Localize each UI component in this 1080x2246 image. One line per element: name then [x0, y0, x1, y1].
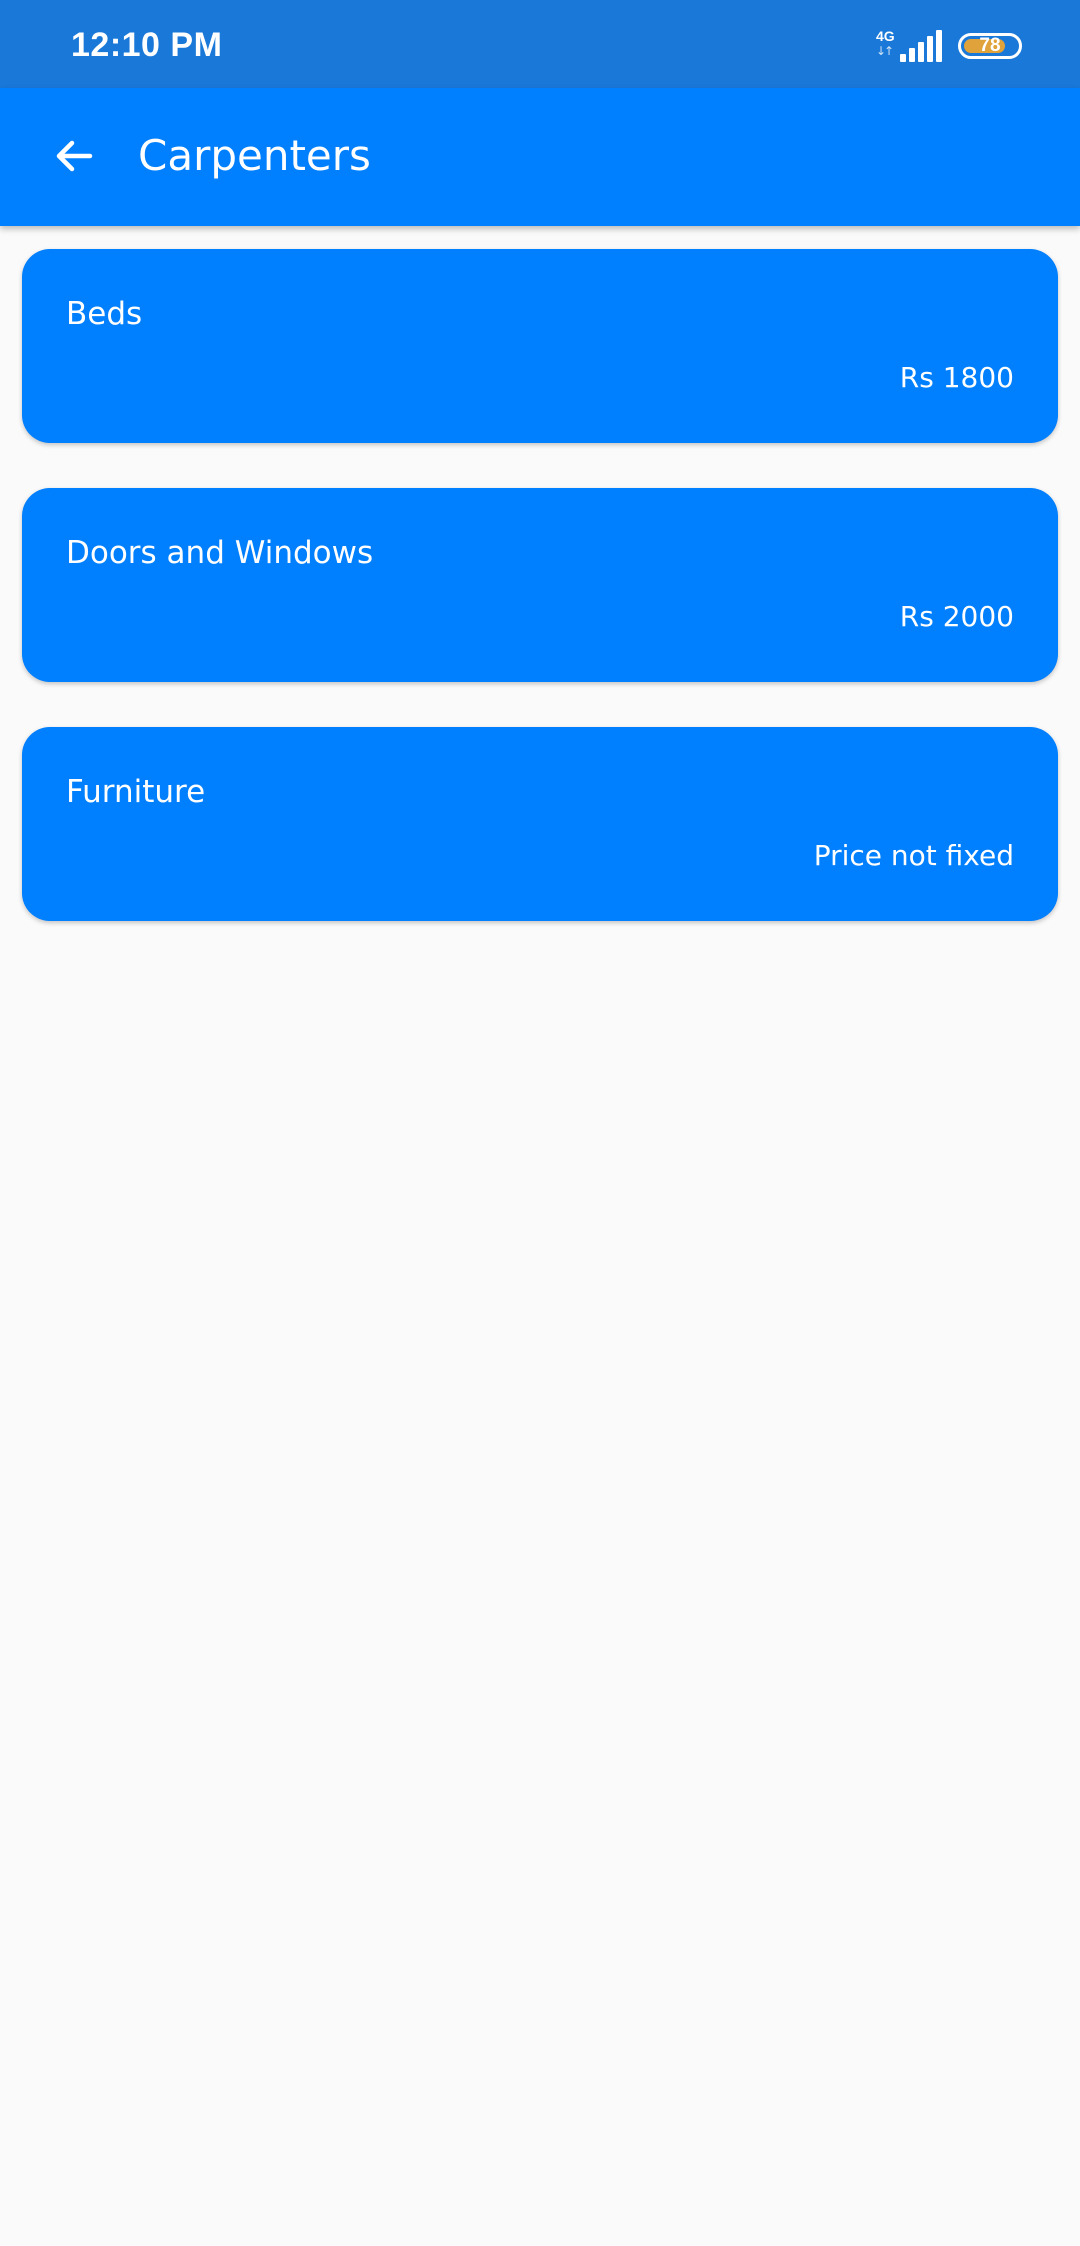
service-card-furniture[interactable]: Furniture Price not fixed	[22, 727, 1058, 921]
service-name: Furniture	[66, 774, 206, 810]
network-type-label: 4G	[876, 28, 895, 44]
service-price: Rs 2000	[899, 600, 1014, 633]
network-type-indicator: 4G ↓↑	[874, 26, 896, 66]
battery-level: 78	[979, 35, 1001, 56]
data-activity-icon: ↓↑	[876, 44, 894, 58]
service-name: Doors and Windows	[66, 535, 374, 571]
service-card-doors-and-windows[interactable]: Doors and Windows Rs 2000	[22, 488, 1058, 682]
service-price: Price not fixed	[813, 839, 1014, 872]
page-title: Carpenters	[138, 131, 371, 180]
battery-icon: 78	[958, 33, 1022, 59]
signal-bars-icon	[900, 30, 942, 62]
status-bar: 12:10 PM 4G ↓↑ 78	[0, 0, 1080, 88]
back-button[interactable]	[34, 116, 114, 196]
service-price: Rs 1800	[899, 361, 1014, 394]
app-bar: Carpenters	[0, 88, 1080, 226]
service-name: Beds	[66, 296, 143, 332]
arrow-back-icon	[56, 140, 93, 172]
status-icons: 4G ↓↑ 78	[874, 26, 1022, 66]
service-card-beds[interactable]: Beds Rs 1800	[22, 249, 1058, 443]
status-time: 12:10 PM	[71, 26, 223, 64]
